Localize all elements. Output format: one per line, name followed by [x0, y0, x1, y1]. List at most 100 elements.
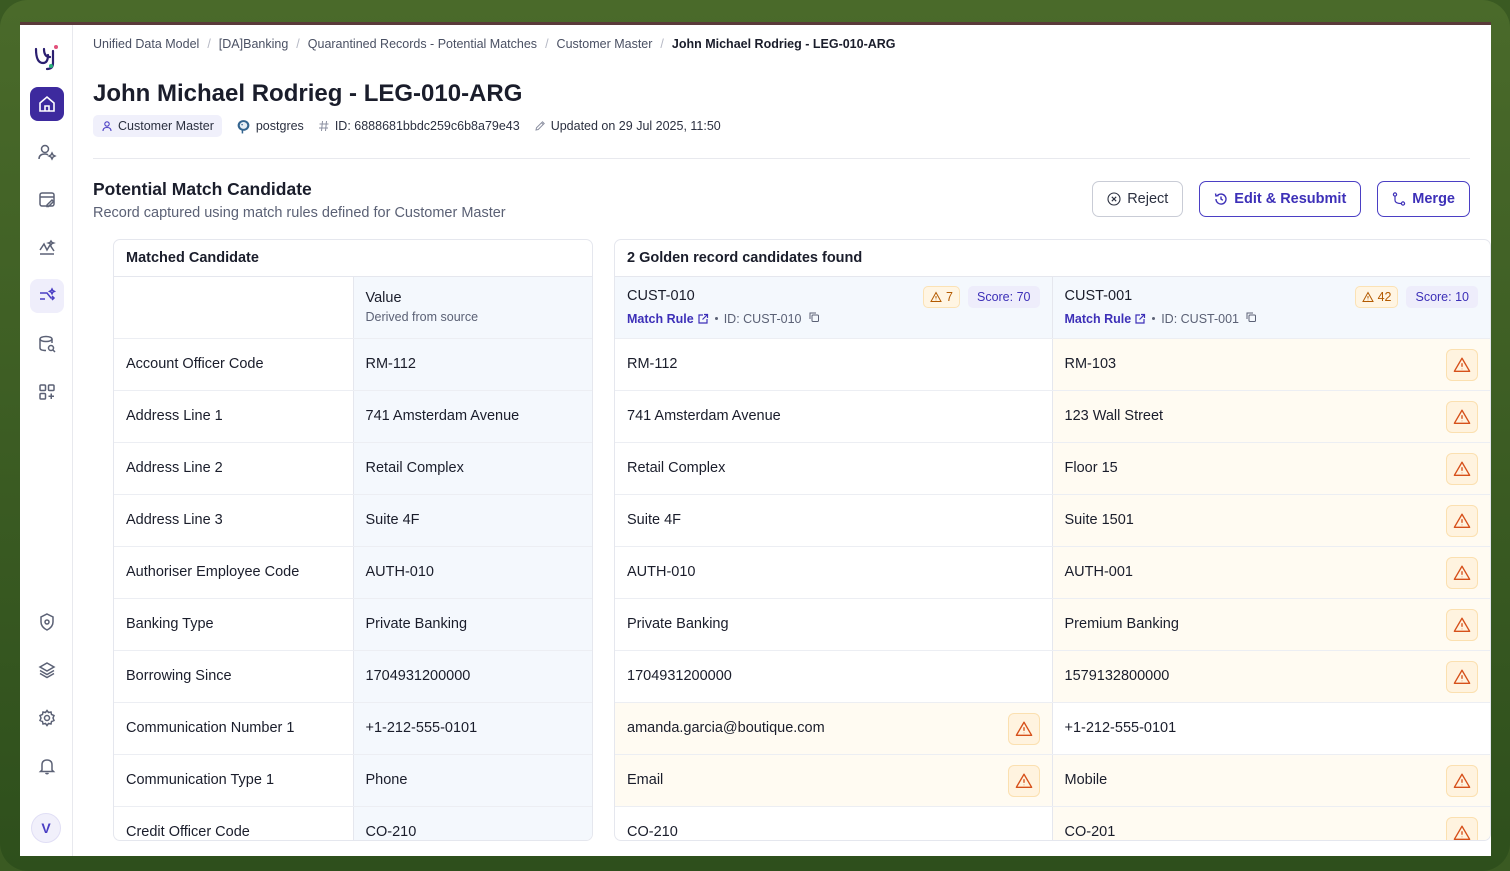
source-value: RM-112 [352, 338, 592, 391]
app-logo-icon[interactable] [30, 41, 62, 73]
source-value: 741 Amsterdam Avenue [352, 390, 592, 443]
warning-count: 7 [946, 290, 953, 304]
panel-title: 2 Golden record candidates found [615, 240, 1490, 277]
candidate-value: Suite 4F [627, 512, 681, 528]
candidate-value: CO-210 [627, 824, 678, 840]
id-info: ID: 6888681bbdc259c6b8a79e43 [318, 119, 520, 133]
mismatch-warning-icon[interactable] [1446, 764, 1478, 797]
reject-label: Reject [1127, 191, 1169, 207]
match-rule-link[interactable]: Match Rule [627, 312, 709, 326]
main-content: Unified Data Model / [DA]Banking / Quara… [93, 25, 1491, 856]
postgres-icon [237, 119, 250, 133]
separator-dot [714, 317, 718, 321]
candidate-value-cell: 123 Wall Street [1051, 390, 1490, 443]
breadcrumb-separator: / [207, 37, 211, 51]
candidate-value-cell: Suite 4F [615, 494, 1052, 547]
close-circle-icon [1107, 192, 1121, 206]
warning-count-badge[interactable]: 7 [923, 286, 960, 308]
table-row: Address Line 1 741 Amsterdam Avenue [114, 390, 592, 443]
copy-icon[interactable] [808, 311, 820, 326]
mismatch-warning-icon[interactable] [1446, 452, 1478, 485]
warning-count-badge[interactable]: 42 [1354, 286, 1399, 308]
divider [93, 158, 1470, 159]
breadcrumb-separator: / [296, 37, 300, 51]
table-row: Banking Type Private Banking [114, 598, 592, 651]
user-search-icon[interactable] [30, 135, 64, 169]
record-id: ID: 6888681bbdc259c6b8a79e43 [334, 119, 520, 133]
candidate-value: Mobile [1064, 772, 1108, 788]
candidates-header-row: CUST-010 Match Rule ID: CUST-010 7 Score… [615, 277, 1490, 339]
reject-button[interactable]: Reject [1092, 181, 1184, 217]
breadcrumb-item[interactable]: Customer Master [557, 37, 653, 51]
candidate-value: Retail Complex [627, 460, 726, 476]
record-edit-icon[interactable] [30, 183, 64, 217]
activity-icon[interactable] [30, 231, 64, 265]
candidate-value: 123 Wall Street [1064, 408, 1164, 424]
source-info: postgres [236, 119, 304, 134]
home-icon[interactable] [30, 87, 64, 121]
mismatch-warning-icon[interactable] [1446, 348, 1478, 381]
external-link-icon [1135, 313, 1146, 324]
table-row: Communication Number 1 +1-212-555-0101 [114, 702, 592, 755]
field-label: Borrowing Since [114, 650, 353, 703]
candidate-value-cell: Mobile [1051, 754, 1490, 807]
table-row: CO-210 CO-201 [615, 806, 1490, 840]
candidate-value-cell: Floor 15 [1051, 442, 1490, 495]
mismatch-warning-icon[interactable] [1446, 400, 1478, 433]
settings-gear-icon[interactable] [30, 701, 64, 735]
merge-button[interactable]: Merge [1377, 181, 1470, 217]
mismatch-warning-icon[interactable] [1007, 764, 1040, 797]
match-merge-icon[interactable] [30, 279, 64, 313]
field-label: Address Line 1 [114, 390, 353, 443]
candidate-value: +1-212-555-0101 [1064, 720, 1177, 736]
bell-icon[interactable] [30, 749, 64, 783]
table-row: Address Line 3 Suite 4F [114, 494, 592, 547]
field-label: Address Line 3 [114, 494, 353, 547]
field-label: Credit Officer Code [114, 806, 353, 840]
mismatch-warning-icon[interactable] [1446, 660, 1478, 693]
entity-chip[interactable]: Customer Master [93, 115, 222, 137]
candidate-header-cell: CUST-010 Match Rule ID: CUST-010 7 Score… [615, 277, 1052, 339]
person-icon [102, 121, 112, 132]
field-header-cell [114, 277, 353, 339]
mismatch-warning-icon[interactable] [1007, 712, 1040, 745]
match-rule-link[interactable]: Match Rule [1065, 312, 1147, 326]
breadcrumb-item[interactable]: Unified Data Model [93, 37, 199, 51]
candidate-value-cell: 1704931200000 [615, 650, 1052, 703]
layers-icon[interactable] [30, 653, 64, 687]
edit-resubmit-label: Edit & Resubmit [1234, 191, 1347, 207]
pencil-icon [535, 121, 545, 131]
apps-add-icon[interactable] [30, 375, 64, 409]
candidate-value: 1704931200000 [627, 668, 732, 684]
candidate-ref: ID: CUST-001 [1161, 311, 1239, 326]
candidate-value: 741 Amsterdam Avenue [627, 408, 781, 424]
field-label: Authoriser Employee Code [114, 546, 353, 599]
candidate-value-cell: Premium Banking [1051, 598, 1490, 651]
breadcrumb-item[interactable]: Quarantined Records - Potential Matches [308, 37, 537, 51]
copy-icon[interactable] [1245, 311, 1257, 326]
candidate-value-cell: Email [615, 754, 1052, 807]
table-header-row: Value Derived from source [114, 277, 592, 339]
table-row: Retail Complex Floor 15 [615, 442, 1490, 495]
external-link-icon [698, 313, 708, 324]
breadcrumb-item[interactable]: [DA]Banking [219, 37, 288, 51]
mismatch-warning-icon[interactable] [1446, 504, 1478, 537]
table-row: Authoriser Employee Code AUTH-010 [114, 546, 592, 599]
avatar[interactable]: V [31, 813, 61, 843]
mismatch-warning-icon[interactable] [1446, 816, 1478, 840]
merge-icon [1393, 192, 1406, 206]
separator-dot [1152, 317, 1156, 321]
mismatch-warning-icon[interactable] [1446, 608, 1478, 641]
candidate-value-cell: Retail Complex [615, 442, 1052, 495]
breadcrumb-separator: / [545, 37, 549, 51]
golden-candidates-table: CUST-010 Match Rule ID: CUST-010 7 Score… [615, 277, 1490, 840]
source-value: CO-210 [352, 806, 592, 840]
source-value: +1-212-555-0101 [352, 702, 592, 755]
edit-resubmit-button[interactable]: Edit & Resubmit [1199, 181, 1362, 217]
shield-settings-icon[interactable] [30, 605, 64, 639]
device-frame: V Unified Data Model / [DA]Banking / Qua… [0, 0, 1510, 871]
mismatch-warning-icon[interactable] [1446, 556, 1478, 589]
database-search-icon[interactable] [30, 327, 64, 361]
section-subtitle: Record captured using match rules define… [93, 205, 506, 221]
warning-icon [930, 291, 942, 302]
